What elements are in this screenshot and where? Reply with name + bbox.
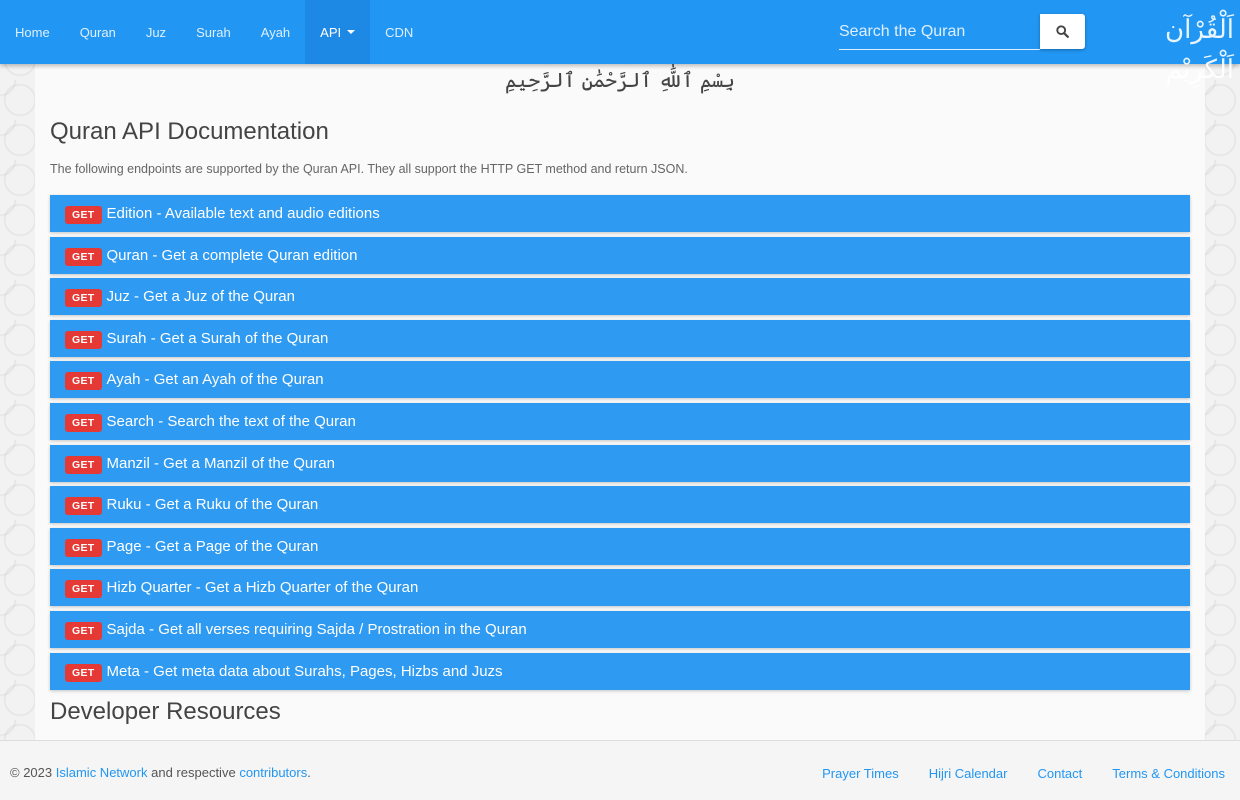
endpoint-label: Hizb Quarter - Get a Hizb Quarter of the… xyxy=(106,579,419,597)
endpoint-label: Ayah - Get an Ayah of the Quran xyxy=(106,371,324,389)
nav-item-juz[interactable]: Juz xyxy=(131,0,181,64)
top-navbar: Home Quran Juz Surah Ayah API CDN اَلْقُ… xyxy=(0,0,1240,85)
main-container: بِسْمِ ٱللَّٰهِ ٱلرَّحْمَٰنِ ٱلرَّحِيمِ … xyxy=(35,64,1205,740)
endpoint-sajda[interactable]: GET Sajda - Get all verses requiring Saj… xyxy=(50,610,1190,648)
endpoint-edition[interactable]: GET Edition - Available text and audio e… xyxy=(50,195,1190,232)
get-method-badge: GET xyxy=(65,455,102,474)
get-method-badge: GET xyxy=(65,580,102,599)
get-method-badge: GET xyxy=(65,330,102,349)
endpoint-label: Meta - Get meta data about Surahs, Pages… xyxy=(106,662,503,680)
endpoint-quran[interactable]: GET Quran - Get a complete Quran edition xyxy=(50,236,1190,274)
contact-link[interactable]: Contact xyxy=(1037,766,1082,781)
endpoint-search[interactable]: GET Search - Search the text of the Qura… xyxy=(50,402,1190,440)
terms-link[interactable]: Terms & Conditions xyxy=(1112,766,1225,781)
contributors-link[interactable]: contributors xyxy=(239,765,307,780)
get-method-badge: GET xyxy=(65,497,102,516)
get-method-badge: GET xyxy=(65,538,102,557)
get-method-badge: GET xyxy=(65,621,102,640)
bismillah-text: بِسْمِ ٱللَّٰهِ ٱلرَّحْمَٰنِ ٱلرَّحِيمِ xyxy=(504,68,735,92)
endpoint-meta[interactable]: GET Meta - Get meta data about Surahs, P… xyxy=(50,652,1190,690)
nav-item-api-dropdown[interactable]: API xyxy=(305,0,371,64)
endpoint-manzil[interactable]: GET Manzil - Get a Manzil of the Quran xyxy=(50,444,1190,482)
nav-item-quran[interactable]: Quran xyxy=(65,0,131,64)
endpoint-ruku[interactable]: GET Ruku - Get a Ruku of the Quran xyxy=(50,486,1190,524)
endpoint-list: GET Edition - Available text and audio e… xyxy=(50,195,1190,694)
endpoint-label: Search - Search the text of the Quran xyxy=(106,412,356,430)
page-footer: © 2023 Islamic Network and respective co… xyxy=(0,740,1240,800)
nav-item-cdn[interactable]: CDN xyxy=(370,0,428,64)
copyright-text: © 2023 xyxy=(10,765,53,780)
page-title: Quran API Documentation xyxy=(50,118,329,145)
get-method-badge: GET xyxy=(65,663,102,682)
footer-links: Prayer Times Hijri Calendar Contact Term… xyxy=(792,766,1225,781)
period-text: . xyxy=(307,765,311,780)
caret-down-icon xyxy=(347,30,356,34)
get-method-badge: GET xyxy=(65,413,102,432)
endpoint-label: Manzil - Get a Manzil of the Quran xyxy=(106,454,335,472)
nav-menu: Home Quran Juz Surah Ayah API CDN xyxy=(0,0,428,64)
nav-item-surah[interactable]: Surah xyxy=(181,0,246,64)
get-method-badge: GET xyxy=(65,372,102,391)
nav-item-home[interactable]: Home xyxy=(0,0,65,64)
endpoint-label: Juz - Get a Juz of the Quran xyxy=(106,288,295,306)
developer-resources-heading: Developer Resources xyxy=(50,698,281,725)
search-button[interactable] xyxy=(1040,14,1085,49)
islamic-network-link[interactable]: Islamic Network xyxy=(56,765,148,780)
get-method-badge: GET xyxy=(65,289,102,308)
footer-copyright: © 2023 Islamic Network and respective co… xyxy=(10,765,311,780)
search-icon xyxy=(1056,25,1069,38)
endpoint-label: Edition - Available text and audio editi… xyxy=(106,205,380,222)
endpoint-label: Quran - Get a complete Quran edition xyxy=(106,246,358,264)
search-input[interactable] xyxy=(839,14,1040,50)
endpoint-juz[interactable]: GET Juz - Get a Juz of the Quran xyxy=(50,278,1190,316)
nav-item-ayah[interactable]: Ayah xyxy=(246,0,305,64)
and-respective-text: and respective xyxy=(151,765,236,780)
endpoint-page[interactable]: GET Page - Get a Page of the Quran xyxy=(50,527,1190,565)
nav-item-api-label: API xyxy=(320,24,342,40)
endpoint-label: Surah - Get a Surah of the Quran xyxy=(106,329,329,347)
endpoint-surah[interactable]: GET Surah - Get a Surah of the Quran xyxy=(50,319,1190,357)
endpoint-label: Ruku - Get a Ruku of the Quran xyxy=(106,496,319,514)
endpoint-hizb-quarter[interactable]: GET Hizb Quarter - Get a Hizb Quarter of… xyxy=(50,569,1190,607)
get-method-badge: GET xyxy=(65,206,102,224)
brand-logo[interactable]: اَلْقُرْآن اَلْكَرِيْم xyxy=(1130,10,1234,85)
hijri-calendar-link[interactable]: Hijri Calendar xyxy=(929,766,1008,781)
intro-text: The following endpoints are supported by… xyxy=(50,162,688,176)
prayer-times-link[interactable]: Prayer Times xyxy=(822,766,899,781)
endpoint-label: Page - Get a Page of the Quran xyxy=(106,537,319,555)
endpoint-label: Sajda - Get all verses requiring Sajda /… xyxy=(106,620,527,638)
endpoint-ayah[interactable]: GET Ayah - Get an Ayah of the Quran xyxy=(50,361,1190,399)
get-method-badge: GET xyxy=(65,247,102,266)
